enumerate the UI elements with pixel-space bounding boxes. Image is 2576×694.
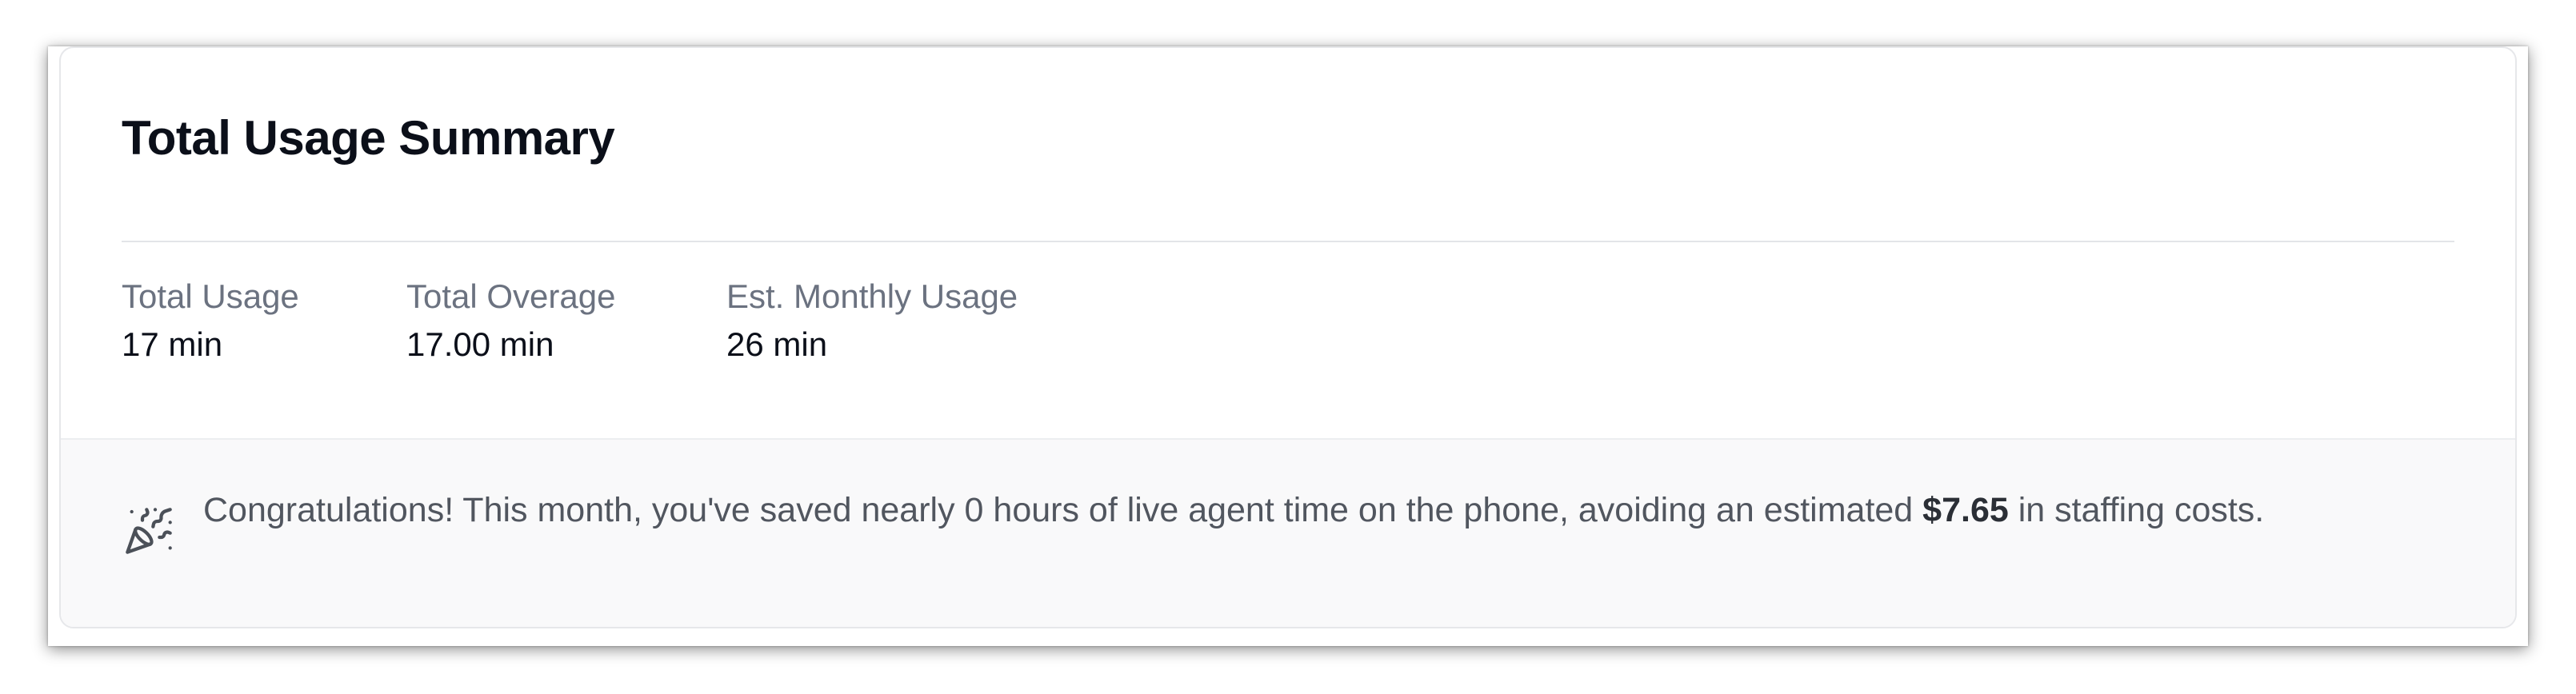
message-text-end: in staffing costs. <box>2008 491 2265 529</box>
stat-label: Total Usage <box>122 277 299 315</box>
message-text: Congratulations! This month, you've save… <box>203 491 1923 529</box>
stat-total-overage: Total Overage 17.00 min <box>406 277 726 365</box>
card-title: Total Usage Summary <box>122 111 615 165</box>
stat-label: Est. Monthly Usage <box>726 277 1018 315</box>
app-window: Total Usage Summary Total Usage 17 min T… <box>48 46 2528 646</box>
usage-summary-card: Total Usage Summary Total Usage 17 min T… <box>59 46 2517 628</box>
stat-value: 17 min <box>122 325 223 364</box>
divider <box>122 241 2454 242</box>
stat-est-monthly-usage: Est. Monthly Usage 26 min <box>726 277 1110 365</box>
stat-label: Total Overage <box>406 277 616 315</box>
stat-total-usage: Total Usage 17 min <box>122 277 406 365</box>
savings-banner: Congratulations! This month, you've save… <box>61 438 2515 627</box>
party-popper-icon <box>123 505 174 556</box>
usage-stats: Total Usage 17 min Total Overage 17.00 m… <box>122 277 1110 365</box>
savings-message: Congratulations! This month, you've save… <box>203 485 2459 536</box>
stat-value: 26 min <box>726 325 828 364</box>
savings-amount: $7.65 <box>1922 491 2009 529</box>
stat-value: 17.00 min <box>406 325 554 364</box>
